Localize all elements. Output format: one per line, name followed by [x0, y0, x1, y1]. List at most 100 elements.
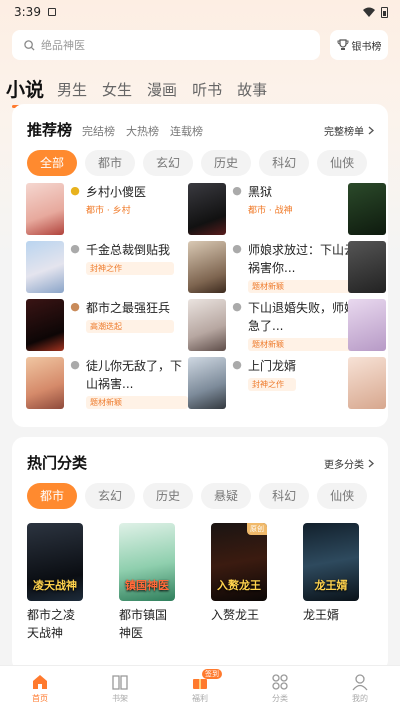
list-item[interactable]: 镇国神医 都市镇国神医	[119, 523, 197, 642]
book-cover	[26, 241, 64, 293]
chip-scifi[interactable]: 科幻	[259, 483, 310, 509]
full-ranking-link[interactable]: 完整榜单	[324, 123, 374, 138]
list-item[interactable]: ● 上门龙婿 封神之作	[188, 357, 338, 409]
medal-gold-icon: ●	[70, 184, 80, 197]
subtab-completed[interactable]: 完结榜	[82, 123, 115, 139]
book-cover	[26, 299, 64, 351]
chip-scifi[interactable]: 科幻	[259, 150, 310, 176]
home-icon	[33, 675, 47, 689]
chip-fantasy[interactable]: 玄幻	[143, 150, 194, 176]
tab-male[interactable]: 男生	[57, 80, 87, 100]
hot-categories-card: 热门分类 更多分类 都市 玄幻 历史 悬疑 科幻 仙侠 凌天战神 都市之凌天战神…	[12, 437, 388, 672]
book-title: 下山退婚失败，师娘急了...	[248, 301, 357, 333]
book-tag: 题材新颖	[248, 338, 358, 351]
medal-icon: ●	[232, 300, 242, 313]
ranking-title: 推荐榜	[27, 121, 73, 139]
list-item[interactable]: ● 千金总裁倒贴我 封神之作	[26, 241, 176, 293]
ranking-genre-chips: 全部 都市 玄幻 历史 科幻 仙侠	[12, 144, 388, 176]
category-book-list: 凌天战神 都市之凌天战神 镇国神医 都市镇国神医 原创 入赘龙王 入赘龙王 龙王…	[12, 509, 388, 642]
subtab-serial[interactable]: 连载榜	[170, 123, 203, 139]
nav-home[interactable]: 首页	[0, 666, 80, 711]
more-categories-link[interactable]: 更多分类	[324, 456, 374, 471]
chip-mystery[interactable]: 悬疑	[201, 483, 252, 509]
list-item[interactable]: 凌天战神 都市之凌天战神	[27, 523, 105, 642]
list-item[interactable]: 龙王婿 龙王婿	[303, 523, 381, 642]
chip-xianxia[interactable]: 仙侠	[317, 483, 368, 509]
nav-mine[interactable]: 我的	[320, 666, 400, 711]
list-item[interactable]: ● 黑狱 都市 · 战神	[188, 183, 338, 235]
grid-icon	[272, 674, 288, 690]
book-title: 都市之凌天战神	[27, 608, 76, 640]
rank-button-label: 银书榜	[351, 41, 382, 53]
bottom-nav: 首页 书架 签到 福利 分类 我的	[0, 665, 400, 711]
list-item[interactable]: ● 师娘求放过：下山云祸害你... 题材新颖	[188, 241, 358, 293]
tab-audio[interactable]: 听书	[192, 80, 222, 100]
nav-label: 首页	[32, 694, 48, 703]
book-cover[interactable]	[348, 183, 386, 235]
book-cover	[26, 183, 64, 235]
book-tag: 封神之作	[248, 378, 297, 391]
nav-category[interactable]: 分类	[240, 666, 320, 711]
ranking-card: 推荐榜 完结榜 大热榜 连载榜 完整榜单 全部 都市 玄幻 历史 科幻 仙侠 ●…	[12, 104, 388, 427]
medal-icon: ●	[232, 184, 242, 197]
chip-fantasy[interactable]: 玄幻	[85, 483, 136, 509]
tab-comic[interactable]: 漫画	[147, 80, 177, 100]
tab-story[interactable]: 故事	[237, 80, 267, 100]
nav-bookshelf[interactable]: 书架	[80, 666, 160, 711]
cover-title: 镇国神医	[125, 579, 169, 592]
book-cover: 镇国神医	[119, 523, 175, 601]
user-icon	[352, 674, 368, 691]
list-item[interactable]: ● 徒儿你无敌了，下山祸害... 题材新颖	[26, 357, 188, 409]
status-bar: 3:39	[0, 0, 400, 24]
medal-bronze-icon: ●	[70, 300, 80, 313]
chip-xianxia[interactable]: 仙侠	[317, 150, 368, 176]
checkin-badge: 签到	[202, 669, 222, 679]
search-placeholder: 绝品神医	[41, 39, 85, 52]
book-title: 黑狱	[248, 185, 273, 199]
book-tag: 题材新颖	[86, 396, 188, 409]
search-row: 绝品神医 银书榜	[0, 24, 400, 60]
chip-history[interactable]: 历史	[201, 150, 252, 176]
book-title: 千金总裁倒贴我	[86, 243, 171, 257]
book-icon	[112, 675, 128, 690]
book-title: 师娘求放过：下山云祸害你...	[248, 243, 357, 275]
list-item[interactable]: ● 乡村小傻医 都市 · 乡村	[26, 183, 176, 235]
book-cover[interactable]	[348, 357, 386, 409]
clock: 3:39	[14, 5, 41, 19]
medal-icon: ●	[70, 358, 80, 371]
search-icon	[24, 39, 35, 51]
list-item[interactable]: ● 下山退婚失败，师娘急了... 题材新颖	[188, 299, 358, 351]
chevron-right-icon	[368, 459, 374, 468]
book-cover: 龙王婿	[303, 523, 359, 601]
notification-icon	[47, 8, 56, 16]
categories-title: 热门分类	[27, 454, 88, 472]
tab-novel[interactable]: 小说	[6, 80, 44, 108]
book-cover[interactable]	[348, 299, 386, 351]
ranking-list: ● 乡村小傻医 都市 · 乡村 ● 黑狱 都市 · 战神 ● 千金总裁倒贴我 封…	[12, 183, 388, 423]
book-title: 上门龙婿	[248, 359, 297, 373]
book-cover	[188, 357, 226, 409]
chip-urban[interactable]: 都市	[27, 483, 78, 509]
nav-welfare[interactable]: 签到 福利	[160, 666, 240, 711]
book-title: 都市镇国神医	[119, 608, 168, 640]
book-cover[interactable]	[348, 241, 386, 293]
chip-all[interactable]: 全部	[27, 150, 78, 176]
chip-urban[interactable]: 都市	[85, 150, 136, 176]
book-cover	[188, 183, 226, 235]
book-tag: 封神之作	[86, 262, 174, 275]
list-item[interactable]: 原创 入赘龙王 入赘龙王	[211, 523, 289, 642]
book-title: 龙王婿	[303, 608, 340, 622]
chip-history[interactable]: 历史	[143, 483, 194, 509]
book-cover	[188, 299, 226, 351]
book-cover: 凌天战神	[27, 523, 83, 601]
nav-label: 分类	[272, 694, 288, 703]
rank-button[interactable]: 银书榜	[330, 30, 388, 60]
subtab-hot[interactable]: 大热榜	[126, 123, 159, 139]
cover-title: 入赘龙王	[217, 579, 261, 592]
tab-female[interactable]: 女生	[102, 80, 132, 100]
book-title: 入赘龙王	[211, 608, 260, 622]
nav-label: 书架	[112, 694, 128, 703]
list-item[interactable]: ● 都市之最强狂兵 高潮迭起	[26, 299, 176, 351]
medal-icon: ●	[70, 242, 80, 255]
search-input[interactable]: 绝品神医	[12, 30, 320, 60]
